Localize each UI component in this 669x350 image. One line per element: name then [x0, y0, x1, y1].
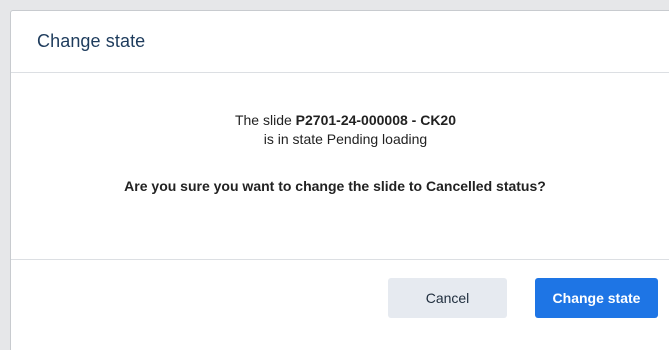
dialog-body: The slide P2701-24-000008 - CK20 is in s… [11, 73, 669, 260]
cancel-button[interactable]: Cancel [388, 278, 507, 318]
dialog-title: Change state [37, 31, 146, 51]
slide-prefix-text: The slide [234, 112, 296, 128]
dialog-header: Change state [11, 11, 669, 73]
current-state-text: is in state Pending loading [263, 131, 428, 147]
slide-id: P2701-24-000008 - CK20 [295, 112, 457, 128]
slide-info-line: The slide P2701-24-000008 - CK20 [11, 111, 669, 130]
confirmation-question: Are you sure you want to change the slid… [124, 178, 546, 194]
change-state-dialog: Change state The slide P2701-24-000008 -… [10, 10, 669, 350]
change-state-button[interactable]: Change state [535, 278, 658, 318]
dialog-footer: Cancel Change state [11, 260, 669, 350]
